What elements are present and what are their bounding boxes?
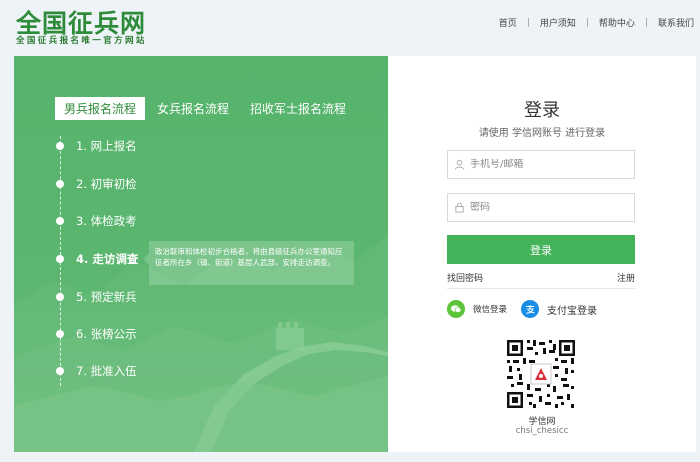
process-tabs: 男兵报名流程 女兵报名流程 招收军士报名流程	[55, 97, 358, 120]
tab-female-process[interactable]: 女兵报名流程	[148, 97, 238, 120]
password-field[interactable]	[447, 193, 635, 222]
site-logo-subtitle: 全国征兵报名唯一官方网站	[16, 36, 147, 46]
user-icon	[448, 159, 470, 170]
qr-code[interactable]	[505, 338, 577, 410]
username-field[interactable]	[447, 150, 635, 179]
alipay-icon	[521, 300, 539, 318]
step-label: 5. 预定新兵	[76, 290, 137, 304]
process-step[interactable]: 3. 体检政考	[56, 211, 137, 231]
step-dot	[56, 142, 64, 150]
login-divider	[447, 288, 635, 289]
step-dot	[56, 255, 64, 263]
lock-icon	[448, 202, 470, 213]
tab-sergeant-process[interactable]: 招收军士报名流程	[241, 97, 355, 120]
forgot-password-link[interactable]: 找回密码	[447, 271, 483, 284]
step-description-tooltip: 政治联审和体检初步合格者，将由县级征兵办公室通知应征者所在乡（镇、街道）基层人武…	[143, 241, 354, 285]
nav-help-center-link[interactable]: 帮助中心	[599, 16, 635, 29]
nav-contact-link[interactable]: 联系我们	[658, 16, 694, 29]
step-dot	[56, 330, 64, 338]
step-dot	[56, 217, 64, 225]
process-step[interactable]: 6. 张榜公示	[56, 324, 137, 344]
wechat-login-label: 微信登录	[473, 305, 508, 315]
nav-home-link[interactable]: 首页	[499, 16, 517, 29]
wechat-login[interactable]: 微信登录	[447, 300, 507, 318]
nav-user-notice-link[interactable]: 用户须知	[540, 16, 576, 29]
qr-caption-id: chsi_chesicc	[515, 426, 569, 436]
register-link[interactable]: 注册	[617, 271, 635, 284]
password-input[interactable]	[470, 202, 630, 213]
nav-separator: |	[644, 17, 648, 28]
process-panel: 男兵报名流程 女兵报名流程 招收军士报名流程 1. 网上报名 2. 初审初检 3…	[14, 56, 388, 452]
login-button[interactable]: 登录	[447, 235, 635, 264]
nav-separator: |	[585, 17, 589, 28]
process-step[interactable]: 5. 预定新兵	[56, 287, 137, 307]
step-label: 4. 走访调查	[76, 252, 139, 266]
top-nav: 首页 | 用户须知 | 帮助中心 | 联系我们	[499, 16, 694, 30]
process-step[interactable]: 2. 初审初检	[56, 174, 137, 194]
site-header: 全国征兵网 全国征兵报名唯一官方网站 首页 | 用户须知 | 帮助中心 | 联系…	[0, 0, 700, 50]
step-label: 6. 张榜公示	[76, 327, 137, 341]
username-input[interactable]	[470, 159, 630, 170]
login-subtitle: 请使用 学信网账号 进行登录	[478, 128, 606, 139]
nav-separator: |	[526, 17, 530, 28]
login-links: 找回密码 注册	[447, 271, 635, 284]
step-dot	[56, 293, 64, 301]
step-dot	[56, 180, 64, 188]
step-label: 1. 网上报名	[76, 139, 137, 153]
step-label: 3. 体检政考	[76, 214, 137, 228]
alipay-login[interactable]: 支付宝登录	[521, 300, 597, 318]
tab-male-process[interactable]: 男兵报名流程	[55, 97, 146, 120]
wechat-icon	[447, 300, 465, 318]
step-label: 7. 批准入伍	[76, 364, 137, 378]
process-step[interactable]: 7. 批准入伍	[56, 361, 137, 381]
process-step[interactable]: 1. 网上报名	[56, 136, 137, 156]
step-label: 2. 初审初检	[76, 177, 137, 191]
login-title: 登录	[524, 100, 560, 121]
login-panel: 登录 请使用 学信网账号 进行登录 登录 找回密码 注册 微信登录 支付宝登录	[388, 56, 696, 452]
step-dot	[56, 367, 64, 375]
process-step-active[interactable]: 4. 走访调查	[56, 249, 138, 269]
alipay-login-label: 支付宝登录	[547, 305, 597, 317]
